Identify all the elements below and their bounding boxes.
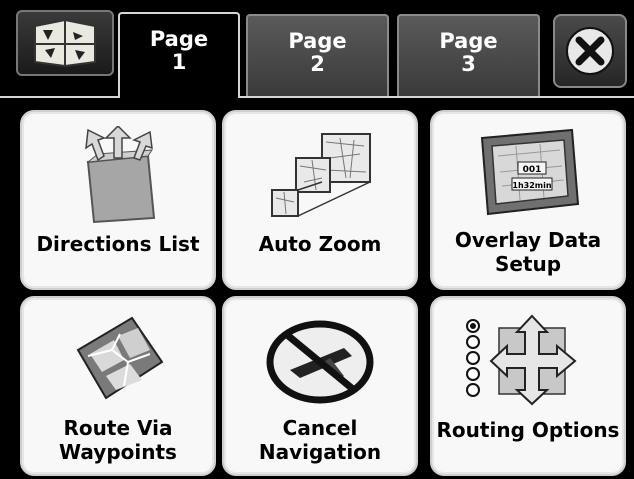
map-menu-button[interactable] xyxy=(16,10,114,76)
route-via-waypoints-label-line1: Route Via xyxy=(63,416,173,440)
route-via-waypoints-button[interactable]: Route Via Waypoints xyxy=(20,296,216,476)
overlay-data-setup-label-line2: Setup xyxy=(494,252,562,276)
close-icon xyxy=(566,27,614,75)
tab-divider xyxy=(240,96,634,98)
tab-divider xyxy=(0,96,118,98)
gps-device-icon: 001 1h32min xyxy=(480,128,580,216)
tab-page-3[interactable]: Page 3 xyxy=(397,14,540,96)
tab-label-line1: Page xyxy=(288,29,347,53)
tab-page-2[interactable]: Page 2 xyxy=(246,14,389,96)
cancel-navigation-button[interactable]: Cancel Navigation xyxy=(222,296,418,476)
route-via-waypoints-label-line2: Waypoints xyxy=(59,440,177,464)
overlay-text-1: 001 xyxy=(523,165,542,175)
tab-label-line2: 1 xyxy=(171,50,187,74)
tab-label-line2: 2 xyxy=(310,52,325,76)
cancel-navigation-label-line1: Cancel xyxy=(282,416,358,440)
directions-list-button[interactable]: Directions List xyxy=(20,110,216,290)
route-via-waypoints-label: Route Via Waypoints xyxy=(22,416,214,464)
routing-options-icon xyxy=(466,314,577,406)
directions-list-icon xyxy=(85,126,156,224)
close-button[interactable] xyxy=(553,14,627,88)
top-bar: Page 1 Page 2 Page 3 xyxy=(0,0,634,100)
directions-list-label: Directions List xyxy=(36,232,200,256)
overlay-data-setup-button[interactable]: 001 1h32min Overlay Data Setup xyxy=(430,110,626,290)
waypoints-map-icon xyxy=(76,316,164,400)
cancel-navigation-label-line2: Navigation xyxy=(258,440,382,464)
overlay-data-setup-label: Overlay Data Setup xyxy=(432,228,624,276)
auto-zoom-button[interactable]: Auto Zoom xyxy=(222,110,418,290)
tab-label-line2: 3 xyxy=(461,52,476,76)
overlay-text-2: 1h32min xyxy=(512,181,551,190)
auto-zoom-label: Auto Zoom xyxy=(258,232,382,256)
tab-label-line1: Page xyxy=(149,27,209,51)
menu-grid: Directions List Auto Zoom 001 1h32min Ov… xyxy=(0,100,634,479)
routing-options-label: Routing Options xyxy=(436,418,620,442)
map-grid-icon xyxy=(34,18,96,68)
cancel-navigation-icon xyxy=(266,320,374,404)
tab-page-1[interactable]: Page 1 xyxy=(118,12,240,98)
auto-zoom-icon xyxy=(271,133,371,217)
routing-options-button[interactable]: Routing Options xyxy=(430,296,626,476)
cancel-navigation-label: Cancel Navigation xyxy=(224,416,416,464)
overlay-data-setup-label-line1: Overlay Data xyxy=(454,228,602,252)
tab-label-line1: Page xyxy=(439,29,498,53)
